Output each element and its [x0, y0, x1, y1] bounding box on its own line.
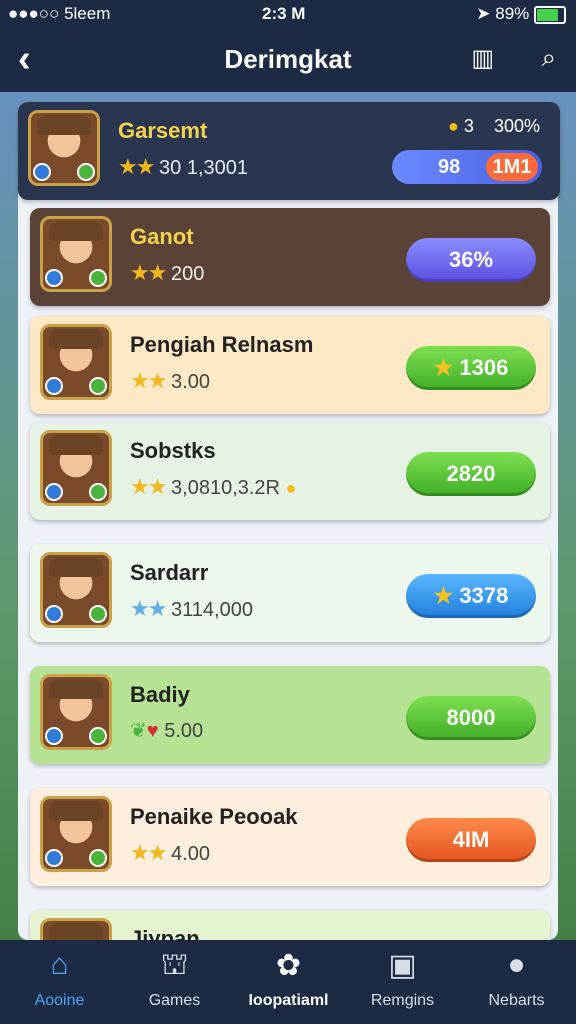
top-player-card[interactable]: Garsemt ★★ 30 1,3001 ● 3 300% 98 1M1: [18, 102, 560, 200]
player-name: Sardarr: [130, 560, 209, 585]
avatar: [40, 430, 112, 506]
heart-icon: ♥: [146, 720, 159, 742]
avatar: [40, 918, 112, 940]
star-icon: ★: [433, 355, 454, 380]
gamepad-icon: ✿: [275, 949, 302, 982]
leaderboard-row[interactable]: Jiypan: [30, 910, 550, 940]
leaderboard-row[interactable]: Ganot ★★ 200 36%: [30, 208, 550, 306]
battery-indicator: ➤ 89%: [476, 4, 566, 24]
avatar: [40, 216, 112, 292]
avatar: [40, 674, 112, 750]
player-stats: ❦♥ 5.00: [130, 720, 204, 742]
coin-icon: ●: [285, 478, 297, 498]
leaderboard-list[interactable]: Garsemt ★★ 30 1,3001 ● 3 300% 98 1M1 Gan…: [0, 92, 576, 940]
leaderboard-row[interactable]: Sardarr ★★ 3114,000 ★ 3378: [30, 544, 550, 642]
player-name: Jiypan: [130, 926, 200, 940]
score-button[interactable]: ★ 3378: [406, 574, 536, 618]
player-name: Ganot: [130, 224, 194, 249]
leaderboard-row[interactable]: Badiy ❦♥ 5.00 8000: [30, 666, 550, 764]
home-icon: ⌂: [50, 948, 69, 981]
star-icon: ★: [433, 583, 454, 608]
tab-home[interactable]: ⌂ Aooine: [2, 940, 117, 1024]
player-name: Pengiah Relnasm: [130, 332, 314, 357]
status-bar: ●●●○○ 5leem 2:3 M ➤ 89%: [0, 0, 576, 30]
score-button[interactable]: 8000: [406, 696, 536, 740]
player-name: Sobstks: [130, 438, 216, 463]
search-icon[interactable]: ⌕: [541, 42, 556, 74]
player-name: Penaike Peooak: [130, 804, 298, 829]
rewards-icon: ▣: [388, 949, 417, 982]
player-stats: ★★ 3.00: [130, 368, 210, 393]
player-stats: ★★ 3,0810,3.2R ●: [130, 474, 297, 499]
progress-pill: 98 1M1: [392, 150, 542, 184]
player-stats: ★★ 4.00: [130, 840, 210, 865]
score-button[interactable]: 36%: [406, 238, 536, 282]
location-icon: ➤: [476, 4, 491, 23]
tab-profile[interactable]: ● Nebarts: [459, 940, 574, 1024]
profile-icon: ●: [507, 948, 526, 981]
star-icon: ★★: [118, 154, 155, 179]
coin-icon: ●: [448, 116, 459, 136]
score-button[interactable]: 4IM: [406, 818, 536, 862]
clock: 2:3 M: [262, 4, 306, 23]
battery-icon: [534, 5, 566, 24]
filter-icon[interactable]: ▥: [471, 44, 494, 73]
star-icon: ★★: [130, 260, 167, 285]
carrier-signal: ●●●○○ 5leem: [8, 4, 111, 23]
star-icon: ★★: [130, 368, 167, 393]
star-icon: ★★: [130, 596, 167, 621]
app-header: ‹ Derimgkat ▥ ⌕: [0, 30, 576, 92]
leaderboard-row[interactable]: Sobstks ★★ 3,0810,3.2R ● 2820: [30, 422, 550, 520]
avatar: [40, 796, 112, 872]
score-button[interactable]: ★ 1306: [406, 346, 536, 390]
battery-percent: 89%: [495, 4, 530, 23]
coin-total: ● 3 300%: [448, 116, 540, 136]
leaf-icon: ❦: [130, 720, 147, 742]
star-icon: ★★: [130, 474, 167, 499]
leaderboard-row[interactable]: Pengiah Relnasm ★★ 3.00 ★ 1306: [30, 316, 550, 414]
player-name: Badiy: [130, 682, 190, 707]
star-icon: ★★: [130, 840, 167, 865]
avatar: [40, 324, 112, 400]
player-stats: ★★ 200: [130, 260, 205, 285]
leaderboard-row[interactable]: Penaike Peooak ★★ 4.00 4IM: [30, 788, 550, 886]
player-stats: ★★ 3114,000: [130, 596, 253, 621]
tab-leaderboard[interactable]: ✿ Ioopatiaml: [231, 940, 346, 1024]
player-name: Garsemt: [118, 118, 208, 143]
avatar: [40, 552, 112, 628]
avatar: [28, 110, 100, 186]
store-icon: ⛫: [160, 948, 189, 981]
tab-games[interactable]: ⛫ Games: [117, 940, 232, 1024]
bottom-tab-bar: ⌂ Aooine ⛫ Games ✿ Ioopatiaml ▣ Remgins ● Neb…: [0, 940, 576, 1024]
score-button[interactable]: 2820: [406, 452, 536, 496]
player-stats: ★★ 30 1,3001: [118, 154, 248, 179]
battery-fill: [537, 8, 559, 21]
tab-rewards[interactable]: ▣ Remgins: [345, 940, 460, 1024]
